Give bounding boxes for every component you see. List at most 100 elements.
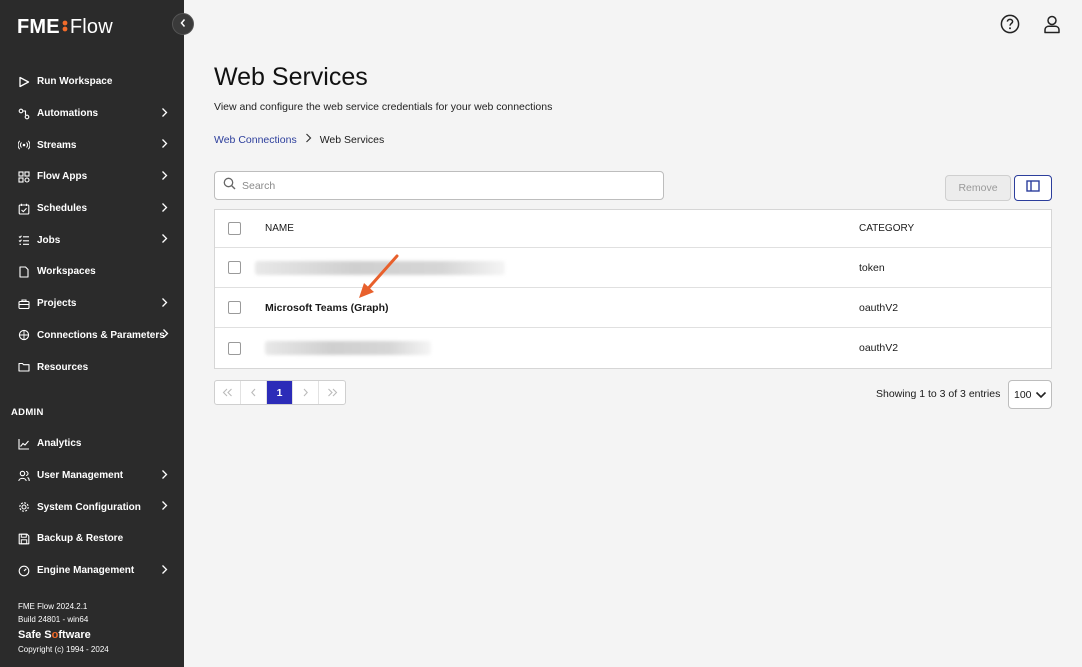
nav-schedules[interactable]: Schedules (0, 193, 184, 225)
first-page-button[interactable] (215, 381, 241, 404)
nav-automations[interactable]: Automations (0, 98, 184, 130)
table-row[interactable]: oauthV2 (215, 328, 1051, 368)
nav-analytics[interactable]: Analytics (0, 428, 184, 460)
connections-icon (18, 329, 30, 341)
nav-system-configuration[interactable]: System Configuration (0, 491, 184, 523)
collapse-sidebar-button[interactable] (172, 13, 194, 35)
chevron-left-icon (179, 15, 187, 33)
chevron-right-icon (161, 139, 168, 152)
briefcase-icon (18, 298, 30, 310)
main-nav: Run Workspace Automations Streams Flow A… (0, 66, 184, 383)
search-input[interactable] (242, 179, 642, 192)
chevron-right-icon (305, 133, 312, 146)
page-title: Web Services (214, 63, 368, 91)
nav-label: Analytics (37, 438, 82, 450)
page-size-value: 100 (1014, 388, 1032, 401)
jobs-icon (18, 234, 30, 246)
last-page-button[interactable] (319, 381, 345, 404)
help-icon[interactable] (1000, 14, 1020, 39)
build-text: Build 24801 - win64 (18, 615, 89, 624)
chevron-right-icon (161, 469, 168, 482)
streams-icon (18, 139, 30, 151)
app-logo[interactable]: FME Flow (17, 16, 113, 39)
automations-icon (18, 108, 30, 120)
prev-page-button[interactable] (241, 381, 267, 404)
nav-label: Engine Management (37, 565, 135, 577)
chevron-right-icon (161, 234, 168, 247)
sidebar-footer: FME Flow 2024.2.1 Build 24801 - win64 Sa… (18, 600, 109, 656)
page-1-button[interactable]: 1 (267, 381, 293, 404)
nav-label: Jobs (37, 234, 61, 246)
column-header-category[interactable]: CATEGORY (859, 223, 914, 234)
entries-summary: Showing 1 to 3 of 3 entries (876, 388, 1001, 400)
column-header-name[interactable]: NAME (265, 223, 294, 234)
sidebar: FME Flow Run Workspace Automations Strea… (0, 0, 184, 667)
nav-label: Backup & Restore (37, 533, 124, 545)
version-text: FME Flow 2024.2.1 (18, 602, 88, 611)
nav-label: Workspaces (37, 266, 96, 278)
nav-flow-apps[interactable]: Flow Apps (0, 161, 184, 193)
nav-label: User Management (37, 470, 124, 482)
company-logo: Safe Software (18, 629, 91, 641)
table-row[interactable]: token (215, 248, 1051, 288)
columns-icon (1026, 179, 1040, 197)
nav-projects[interactable]: Projects (0, 288, 184, 320)
select-all-checkbox[interactable] (228, 222, 241, 235)
nav-label: Schedules (37, 203, 88, 215)
row-checkbox[interactable] (228, 301, 241, 314)
row-category: oauthV2 (859, 301, 899, 314)
logo-suffix: Flow (69, 16, 113, 38)
row-checkbox[interactable] (228, 341, 241, 355)
search-box (214, 171, 664, 200)
user-icon[interactable] (1042, 14, 1062, 39)
pagination: 1 (214, 380, 346, 405)
search-icon (223, 177, 236, 195)
chevron-right-icon (161, 170, 168, 183)
chevron-right-icon (161, 202, 168, 215)
nav-label: Flow Apps (37, 171, 88, 183)
row-category: oauthV2 (859, 342, 899, 354)
web-services-table: NAME CATEGORY token Microsoft Teams (Gra… (214, 209, 1052, 369)
header-actions (1000, 14, 1062, 39)
gear-icon (18, 501, 30, 513)
chevron-right-icon (161, 564, 168, 577)
chevron-right-icon (162, 329, 169, 342)
chevron-right-icon (161, 107, 168, 120)
nav-streams[interactable]: Streams (0, 129, 184, 161)
logo-dot-icon (62, 16, 68, 39)
breadcrumb-current: Web Services (319, 133, 385, 146)
nav-run-workspace[interactable]: Run Workspace (0, 66, 184, 98)
row-name-link[interactable]: Microsoft Teams (Graph) (265, 302, 389, 314)
column-settings-button[interactable] (1014, 175, 1052, 201)
logo-prefix: FME (17, 16, 60, 38)
folder-icon (18, 361, 30, 373)
table-row[interactable]: Microsoft Teams (Graph) oauthV2 (215, 288, 1051, 328)
row-checkbox[interactable] (228, 261, 241, 274)
nav-backup-restore[interactable]: Backup & Restore (0, 523, 184, 555)
document-icon (18, 266, 30, 278)
nav-label: Automations (37, 108, 99, 120)
nav-resources[interactable]: Resources (0, 351, 184, 383)
nav-engine-management[interactable]: Engine Management (0, 555, 184, 587)
analytics-icon (18, 438, 30, 450)
nav-label: Resources (37, 361, 89, 373)
nav-label: Projects (37, 298, 77, 310)
flow-apps-icon (18, 171, 30, 183)
next-page-button[interactable] (293, 381, 319, 404)
breadcrumb-web-connections[interactable]: Web Connections (214, 134, 297, 146)
calendar-icon (18, 203, 30, 215)
row-category: token (859, 261, 885, 274)
nav-connections-parameters[interactable]: Connections & Parameters (0, 320, 184, 352)
page-subtitle: View and configure the web service crede… (214, 101, 553, 113)
nav-label: Run Workspace (37, 76, 113, 88)
nav-jobs[interactable]: Jobs (0, 224, 184, 256)
nav-user-management[interactable]: User Management (0, 460, 184, 492)
play-icon (18, 76, 30, 88)
nav-workspaces[interactable]: Workspaces (0, 256, 184, 288)
remove-button[interactable]: Remove (945, 175, 1011, 201)
nav-label: Connections & Parameters (37, 329, 165, 341)
users-icon (18, 470, 30, 482)
page-size-select[interactable]: 100 (1008, 380, 1052, 409)
table-header-row: NAME CATEGORY (215, 210, 1051, 248)
admin-nav: Analytics User Management System Configu… (0, 428, 184, 586)
